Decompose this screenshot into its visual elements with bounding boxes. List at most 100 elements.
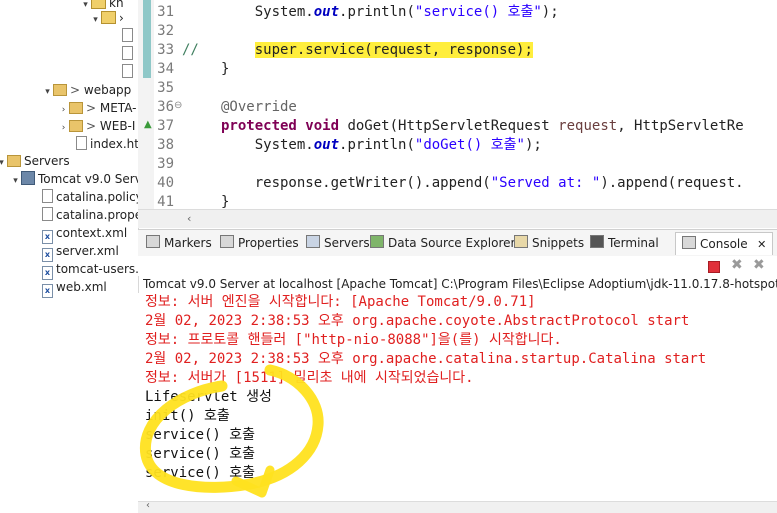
console-line: service() 호출	[145, 427, 256, 443]
code-line[interactable]: 38 System.out.println("doGet() 호출");	[138, 136, 777, 155]
folder-icon	[69, 120, 83, 132]
scroll-left-icon[interactable]: ‹	[146, 500, 150, 511]
remove-all-launches-icon[interactable]: ✖	[753, 258, 766, 272]
console-horizontal-scrollbar[interactable]: ‹	[138, 500, 777, 513]
tree-item[interactable]: › > WEB-I	[58, 117, 136, 137]
code-line[interactable]: 33 // super.service(request, response);	[138, 41, 777, 60]
file-icon	[122, 64, 133, 78]
line-number: 38	[157, 137, 174, 153]
console-line: init() 호출	[145, 408, 230, 424]
code-editor[interactable]: 31 System.out.println("service() 호출"); 32…	[138, 0, 777, 209]
code-token: ).append(request.	[600, 175, 744, 191]
code-token: }	[221, 61, 230, 77]
console-line: 정보: 프로토콜 핸들러 ["http-nio-8088"]을(를) 시작합니다…	[145, 332, 562, 348]
console-process-label: Tomcat v9.0 Server at localhost [Apache …	[143, 277, 777, 291]
code-token: );	[524, 137, 542, 153]
console-line: 정보: 서버 엔진을 시작합니다: [Apache Tomcat/9.0.71]	[145, 294, 536, 310]
tree-item-label: server.xml	[56, 244, 119, 258]
code-line[interactable]: 40 response.getWriter().append("Served a…	[138, 174, 777, 193]
code-line[interactable]: 36 @Override	[138, 98, 777, 117]
highlighted-code: super.service(request, response);	[254, 42, 533, 58]
tree-item[interactable]: index.htr	[76, 135, 139, 153]
code-token: System.	[254, 4, 314, 20]
tree-item[interactable]: ▾ Tomcat v9.0 Serv	[10, 170, 138, 190]
console-line: 2월 02, 2023 2:38:53 오후 org.apache.coyote…	[145, 313, 690, 329]
tree-item[interactable]: › > META-	[58, 99, 137, 117]
tab-label: Servers	[324, 236, 370, 250]
console-line: service() 호출	[145, 446, 256, 462]
tree-prefix: >	[70, 83, 84, 97]
xml-icon: x	[42, 284, 53, 298]
tree-item-label: index.htr	[90, 137, 139, 151]
code-line[interactable]: 35	[138, 79, 777, 98]
tab-label: Data Source Explorer	[388, 236, 516, 250]
folder-icon	[53, 84, 67, 96]
tree-prefix: >	[86, 101, 100, 115]
code-line[interactable]: 32	[138, 22, 777, 41]
tab-snippets[interactable]: Snippets	[514, 234, 584, 252]
tab-terminal[interactable]: Terminal	[590, 234, 659, 252]
code-token: }	[221, 194, 230, 209]
code-token: "service() 호출"	[414, 4, 542, 20]
tree-toggle-icon[interactable]: ▾	[90, 11, 101, 29]
tab-icon	[370, 235, 384, 248]
tab-console[interactable]: Console ✕	[675, 232, 774, 255]
tree-item-label: catalina.policy	[56, 190, 139, 204]
folder-icon	[69, 102, 83, 114]
tree-item[interactable]	[122, 63, 136, 81]
tree-item[interactable]: ▾ > webapp	[42, 81, 131, 99]
code-line[interactable]: 31 System.out.println("service() 호출");	[138, 3, 777, 22]
tab-icon	[306, 235, 320, 248]
remove-launch-icon[interactable]: ✖	[731, 258, 744, 272]
file-icon	[42, 189, 53, 203]
terminate-icon[interactable]	[708, 261, 720, 273]
code-line[interactable]: 34}	[138, 60, 777, 79]
code-token: response.getWriter().append(	[254, 175, 491, 191]
tree-toggle-icon[interactable]: ▾	[0, 154, 7, 172]
console-line: service() 호출	[145, 465, 256, 481]
tree-toggle-icon[interactable]: ›	[58, 119, 69, 137]
code-token: );	[541, 4, 559, 20]
tab-data-source-explorer[interactable]: Data Source Explorer	[370, 234, 515, 252]
code-token: void	[305, 118, 340, 134]
tree-item[interactable]: x tomcat-users.x	[42, 260, 138, 280]
tree-item[interactable]: catalina.policy	[42, 188, 139, 206]
tab-servers[interactable]: Servers	[306, 234, 370, 252]
scroll-left-icon[interactable]: ‹	[187, 212, 191, 225]
tab-label: Terminal	[608, 236, 659, 250]
close-icon[interactable]: ✕	[754, 238, 766, 251]
code-token: @Override	[221, 99, 297, 115]
file-icon	[76, 136, 87, 150]
tree-item-label: ›	[119, 11, 124, 25]
code-token: , HttpServletRe	[617, 118, 744, 134]
tree-item-label: web.xml	[56, 280, 107, 294]
editor-horizontal-scrollbar[interactable]: ‹	[138, 209, 777, 228]
tree-item[interactable]: ▾ Servers	[0, 152, 70, 170]
code-token: "doGet() 호출"	[414, 137, 525, 153]
tree-item[interactable]: catalina.proper	[42, 206, 138, 224]
tree-toggle-icon[interactable]: ▾	[10, 172, 21, 190]
tree-item-label: WEB-I	[99, 119, 136, 133]
tree-item[interactable]	[122, 45, 136, 63]
pkg-icon	[91, 0, 106, 9]
line-number: 41	[157, 194, 174, 209]
tree-item[interactable]: x web.xml	[42, 278, 107, 298]
view-tab-bar: Markers Properties Servers Data Source Expl…	[138, 229, 777, 258]
code-token: request	[558, 118, 618, 134]
tab-markers[interactable]: Markers	[146, 234, 212, 252]
code-line[interactable]: 39	[138, 155, 777, 174]
tree-item[interactable]	[122, 27, 136, 45]
console-output[interactable]: 정보: 서버 엔진을 시작합니다: [Apache Tomcat/9.0.71]…	[138, 293, 777, 501]
file-icon	[122, 28, 133, 42]
code-line[interactable]: 41}	[138, 193, 777, 209]
file-icon	[122, 46, 133, 60]
tree-item[interactable]: x context.xml	[42, 224, 128, 244]
tree-item-label: context.xml	[56, 226, 128, 240]
tab-label: Markers	[164, 236, 212, 250]
tree-item[interactable]: x server.xml	[42, 242, 119, 262]
tab-properties[interactable]: Properties	[220, 234, 299, 252]
code-line[interactable]: 37 protected void doGet(HttpServletReques…	[138, 117, 777, 136]
fold-icon[interactable]: ⊖	[174, 100, 182, 111]
tree-toggle-icon[interactable]: ▾	[42, 83, 53, 101]
tree-item[interactable]: ▾ ›	[90, 9, 124, 27]
